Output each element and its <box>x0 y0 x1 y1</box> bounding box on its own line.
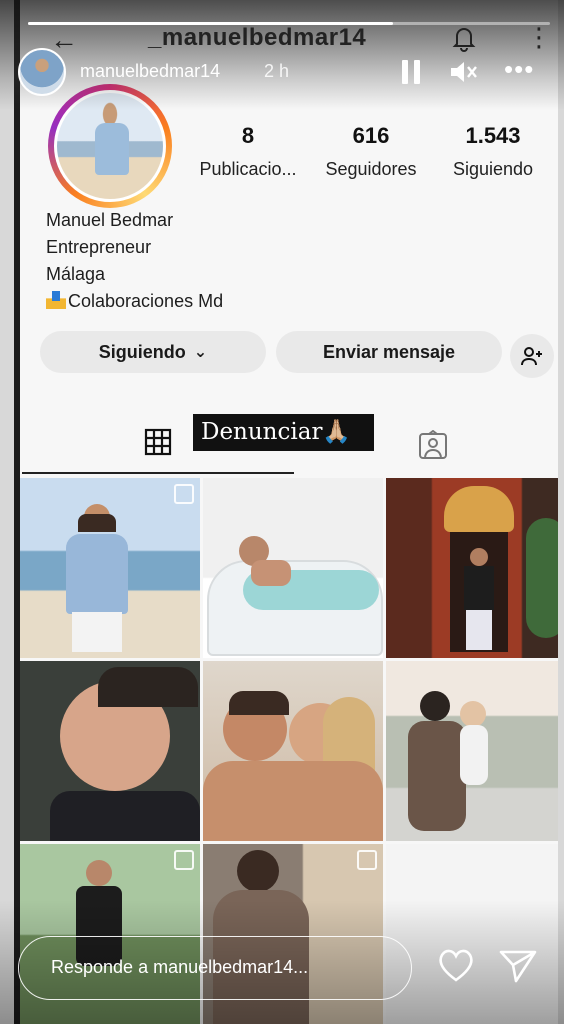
add-person-icon <box>521 347 542 366</box>
bio-line-2: Málaga <box>46 264 106 284</box>
suggest-people-button[interactable] <box>510 334 554 378</box>
stat-followers-label: Seguidores <box>325 159 417 179</box>
story-progress-bar <box>28 22 550 25</box>
bio-line-1: Entrepreneur <box>46 237 152 257</box>
profile-bio: Manuel Bedmar Entrepreneur Málaga Colabo… <box>46 207 223 315</box>
chevron-down-icon: ⌄ <box>193 344 208 361</box>
post-tile-jacuzzi[interactable] <box>203 478 383 658</box>
stat-posts[interactable]: 8 Publicacio... <box>193 123 303 180</box>
carousel-icon <box>174 850 194 870</box>
inbox-tray-icon <box>46 291 66 309</box>
stat-following-label: Siguiendo <box>452 159 534 179</box>
stat-posts-label: Publicacio... <box>199 159 297 179</box>
profile-display-name: Manuel Bedmar <box>46 210 174 230</box>
report-sticker: Denunciar🙏🏼 <box>193 414 374 451</box>
reply-input[interactable]: Responde a manuelbedmar14... <box>18 936 412 1000</box>
stat-followers[interactable]: 616 Seguidores <box>316 123 426 180</box>
screenshot-card: 8 Publicacio... 616 Seguidores 1.543 Sig… <box>18 0 558 1024</box>
screen-edge <box>14 0 20 1024</box>
post-tile-beach[interactable] <box>20 478 200 658</box>
post-tile-profile-portrait[interactable] <box>20 661 200 841</box>
stat-posts-value: 8 <box>241 123 255 148</box>
following-button[interactable]: Siguiendo ⌄ <box>40 331 266 373</box>
post-tile-tattoo-view[interactable] <box>386 661 558 841</box>
story-author-avatar[interactable] <box>18 48 66 96</box>
story-options-icon[interactable]: ••• <box>504 54 534 85</box>
post-tile-kiss[interactable] <box>203 661 383 841</box>
tab-posts-grid[interactable] <box>144 428 172 456</box>
bio-line-3[interactable]: Colaboraciones Md <box>68 291 223 311</box>
tagged-person-icon <box>419 429 447 459</box>
post-tile-red-door[interactable] <box>386 478 558 658</box>
tab-tagged[interactable] <box>418 429 448 460</box>
volume-muted-icon[interactable] <box>448 58 478 86</box>
carousel-icon <box>357 850 377 870</box>
send-message-button[interactable]: Enviar mensaje <box>276 331 502 373</box>
story-timestamp: 2 h <box>264 61 290 81</box>
story-header: manuelbedmar14 2 h ••• <box>18 48 564 98</box>
heart-icon[interactable] <box>436 946 476 984</box>
stat-followers-value: 616 <box>352 123 390 148</box>
grid-icon <box>144 428 172 456</box>
story-author-username[interactable]: manuelbedmar14 <box>80 61 220 82</box>
carousel-icon <box>174 484 194 504</box>
active-tab-indicator <box>22 472 294 474</box>
send-message-label: Enviar mensaje <box>322 341 456 362</box>
pause-icon[interactable] <box>402 60 422 84</box>
stat-following[interactable]: 1.543 Siguiendo <box>438 123 548 180</box>
send-icon[interactable] <box>498 948 538 984</box>
following-button-label: Siguiendo <box>98 341 186 362</box>
stat-following-value: 1.543 <box>465 123 521 148</box>
